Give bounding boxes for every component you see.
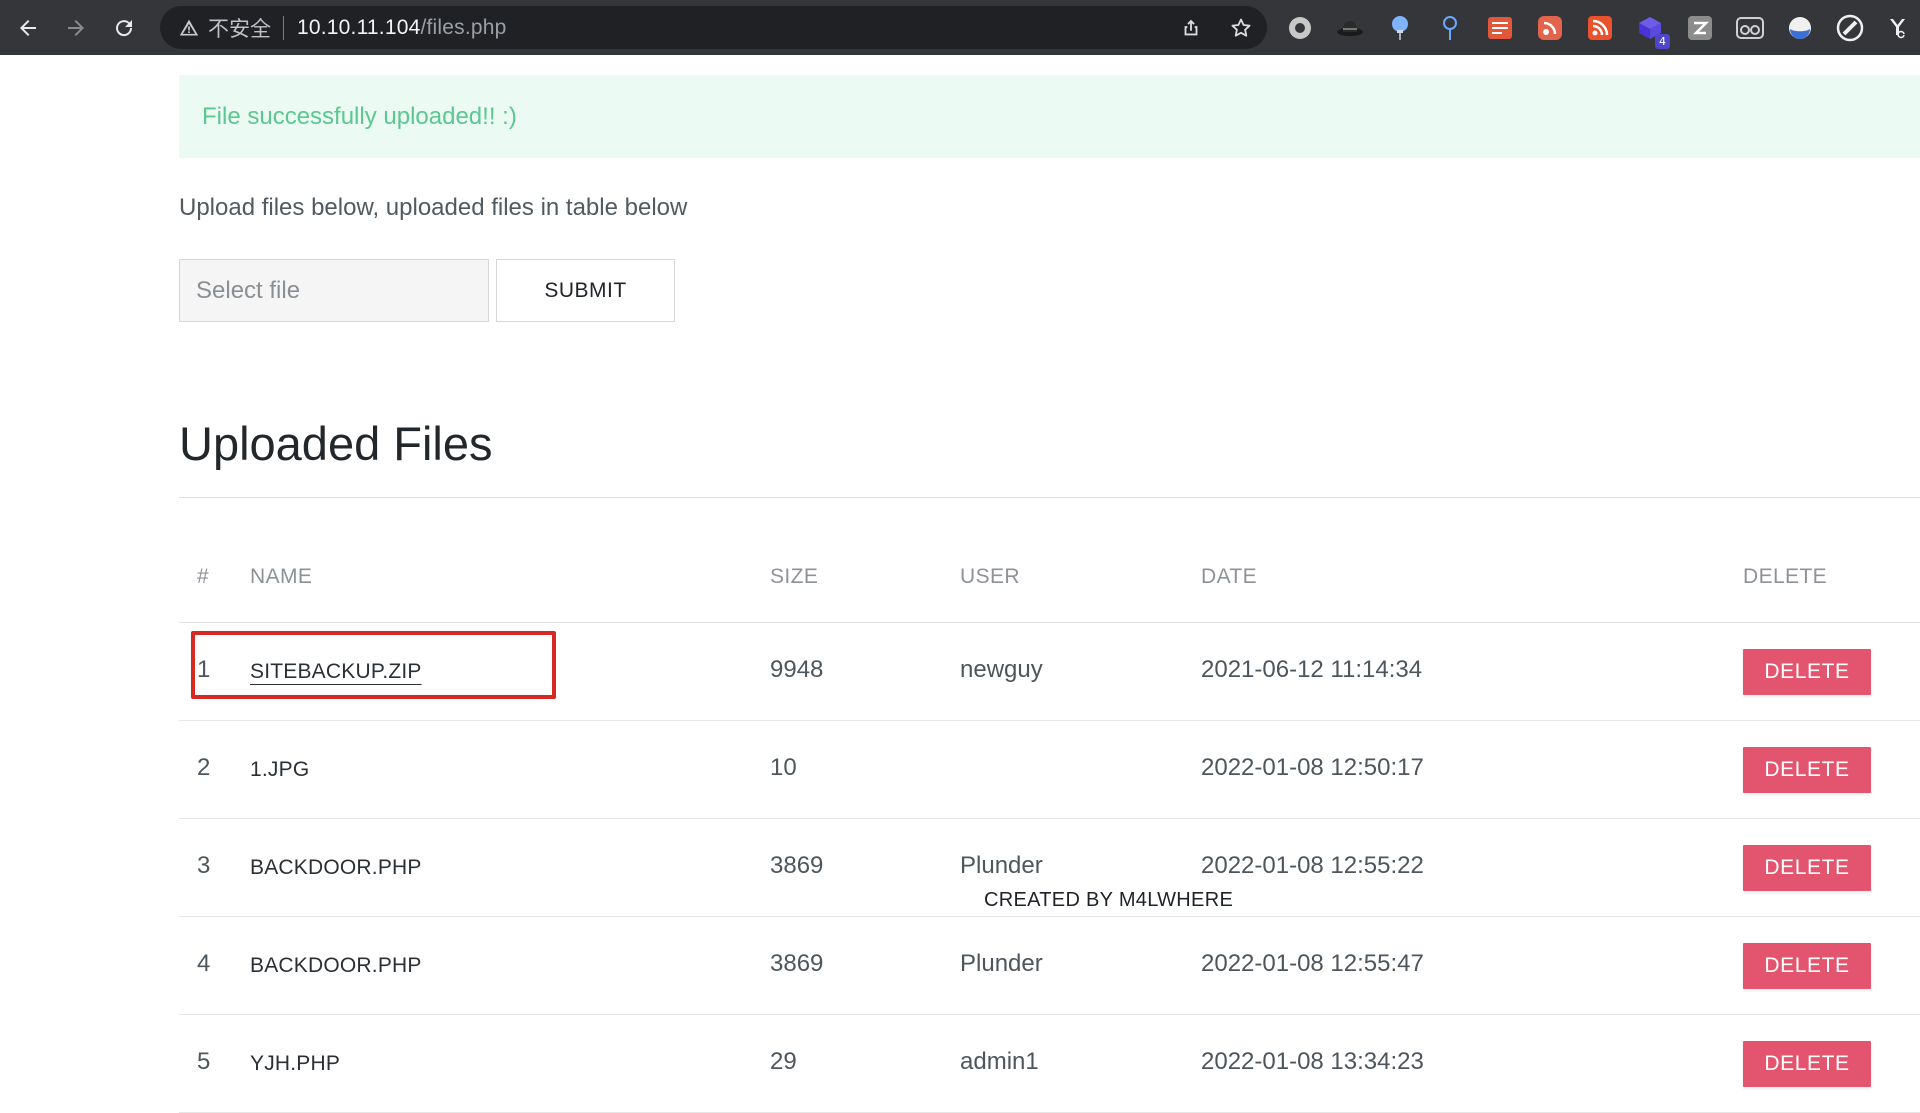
delete-cell: DELETE (1743, 747, 1871, 793)
table-row: 1 SITEBACKUP.ZIP 9948 newguy 2021-06-12 … (179, 623, 1920, 721)
file-date: 2022-01-08 12:55:47 (1201, 950, 1424, 977)
delete-cell: DELETE (1743, 649, 1871, 695)
balloon-icon[interactable] (1382, 10, 1418, 46)
column-header-name: NAME (250, 565, 313, 588)
delete-cell: DELETE (1743, 943, 1871, 989)
delete-button[interactable]: DELETE (1743, 1041, 1871, 1087)
table-row: 2 1.JPG 10 2022-01-08 12:50:17 DELETE (179, 721, 1920, 819)
url-path: /files.php (420, 15, 507, 39)
file-size: 3869 (770, 950, 824, 977)
arrow-right-icon (68, 19, 84, 36)
table-row: 5 YJH.PHP 29 admin1 2022-01-08 13:34:23 … (179, 1015, 1920, 1113)
rss-icon[interactable] (1582, 10, 1618, 46)
file-name: 1.JPG (250, 758, 310, 781)
file-date: 2022-01-08 12:50:17 (1201, 754, 1424, 781)
extension-badge: 4 (1655, 33, 1670, 49)
file-size: 3869 (770, 852, 824, 879)
pin-icon[interactable] (1432, 10, 1468, 46)
file-user: Plunder (960, 950, 1043, 977)
file-input-placeholder: Select file (196, 276, 301, 304)
file-name: YJH.PHP (250, 1052, 341, 1075)
upload-instructions: Upload files below, uploaded files in ta… (179, 194, 688, 221)
file-user: admin1 (960, 1048, 1039, 1075)
arrow-left-icon (20, 19, 36, 36)
column-header-number: # (197, 565, 210, 588)
hat-icon[interactable] (1332, 10, 1368, 46)
file-name: BACKDOOR.PHP (250, 954, 422, 977)
half-moon-icon[interactable] (1782, 10, 1818, 46)
column-header-delete: DELETE (1743, 565, 1828, 588)
address-bar[interactable]: 不安全 10.10.11.104/files.php (160, 6, 1267, 49)
delete-button[interactable]: DELETE (1743, 747, 1871, 793)
rss-circle-icon[interactable] (1532, 10, 1568, 46)
yc-icon[interactable] (1882, 10, 1918, 46)
browser-toolbar: 不安全 10.10.11.104/files.php 4 (0, 0, 1920, 55)
file-user: Plunder (960, 852, 1043, 879)
uploaded-files-title: Uploaded Files (179, 417, 493, 470)
zotero-icon[interactable] (1682, 10, 1718, 46)
file-date: 2022-01-08 13:34:23 (1201, 1048, 1424, 1075)
column-header-user: USER (960, 565, 1020, 588)
compass-slash-icon[interactable] (1832, 10, 1868, 46)
cube-icon[interactable]: 4 (1632, 10, 1670, 49)
address-bar-actions (1175, 6, 1257, 49)
reload-button[interactable] (104, 8, 144, 48)
back-button[interactable] (8, 8, 48, 48)
file-user: newguy (960, 656, 1043, 683)
table-header: # NAME SIZE USER DATE DELETE (179, 565, 1920, 623)
title-divider (179, 497, 1920, 498)
reload-icon (116, 19, 133, 36)
share-icon[interactable] (1175, 12, 1207, 44)
file-size: 9948 (770, 656, 824, 683)
file-size: 29 (770, 1048, 797, 1075)
notes-list-icon[interactable] (1482, 10, 1518, 46)
alert-message: File successfully uploaded!! :) (202, 102, 517, 130)
security-status-label[interactable]: 不安全 (208, 13, 271, 43)
file-link-sitebackup[interactable]: SITEBACKUP.ZIP (250, 660, 422, 683)
column-header-date: DATE (1201, 565, 1258, 588)
url-host: 10.10.11.104 (297, 15, 421, 39)
row-number: 5 (197, 1048, 211, 1075)
delete-cell: DELETE (1743, 1041, 1871, 1087)
delete-button[interactable]: DELETE (1743, 943, 1871, 989)
uploaded-files-table: # NAME SIZE USER DATE DELETE 1 SITEBACKU… (179, 565, 1920, 1113)
forward-button[interactable] (56, 8, 96, 48)
row-number: 2 (197, 754, 211, 781)
table-row: 4 BACKDOOR.PHP 3869 Plunder 2022-01-08 1… (179, 917, 1920, 1015)
file-select-input[interactable]: Select file (179, 259, 489, 322)
submit-button[interactable]: SUBMIT (496, 259, 675, 322)
delete-button[interactable]: DELETE (1743, 845, 1871, 891)
file-date: 2022-01-08 12:55:22 (1201, 852, 1424, 879)
record-circle-icon[interactable] (1282, 10, 1318, 46)
warning-triangle-icon (178, 17, 200, 39)
bookmark-star-icon[interactable] (1225, 12, 1257, 44)
glasses-icon[interactable] (1732, 10, 1768, 46)
success-alert: File successfully uploaded!! :) (179, 75, 1920, 158)
row-number: 4 (197, 950, 211, 977)
row-number: 3 (197, 852, 211, 879)
column-header-size: SIZE (770, 565, 819, 588)
row-number: 1 (197, 656, 211, 683)
file-name: BACKDOOR.PHP (250, 856, 422, 879)
file-size: 10 (770, 754, 797, 781)
address-separator (283, 15, 284, 40)
delete-cell: DELETE (1743, 845, 1871, 891)
delete-button[interactable]: DELETE (1743, 649, 1871, 695)
page-content: File successfully uploaded!! :) Upload f… (0, 55, 1920, 1113)
extensions-bar: 4 (1282, 0, 1918, 55)
file-date: 2021-06-12 11:14:34 (1201, 656, 1423, 683)
watermark-text: CREATED BY M4LWHERE (984, 889, 1234, 911)
file-name-cell: SITEBACKUP.ZIP (250, 660, 422, 684)
